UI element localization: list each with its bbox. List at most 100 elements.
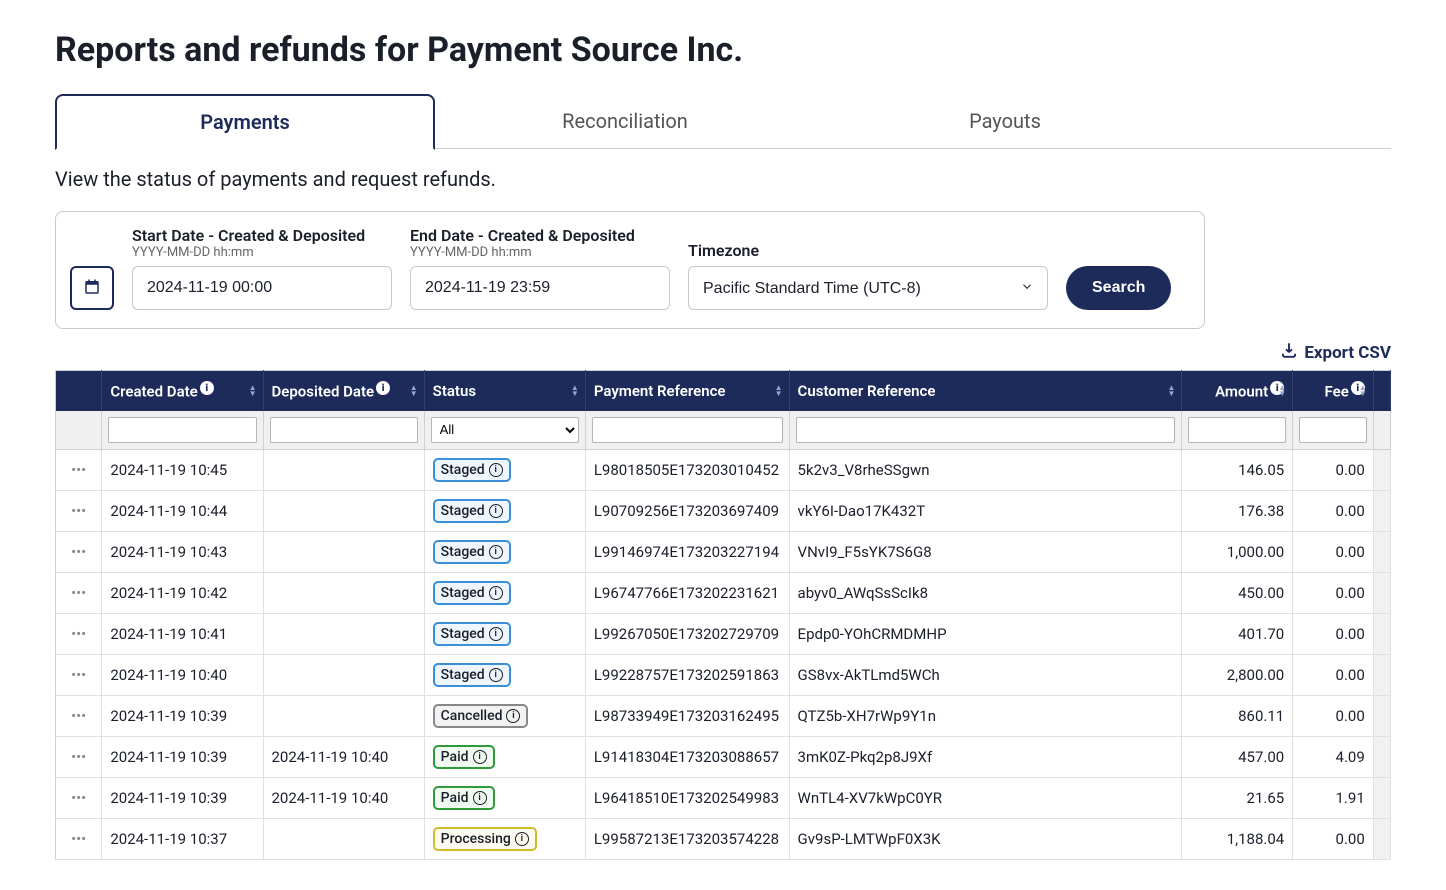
tabs-container: PaymentsReconciliationPayouts [55, 94, 1391, 149]
cell-amount: 1,188.04 [1182, 818, 1293, 859]
status-badge[interactable]: Stagedi [433, 458, 511, 482]
filter-custref-input[interactable] [796, 417, 1176, 443]
row-actions-button[interactable]: ••• [56, 572, 102, 613]
page-subtitle: View the status of payments and request … [55, 167, 1391, 191]
info-icon: i [515, 832, 529, 846]
column-header-created[interactable]: Created Datei ▲▼ [102, 371, 263, 411]
sort-icon: ▲▼ [1359, 385, 1367, 397]
cell-custref: QTZ5b-XH7rWp9Y1n [789, 695, 1182, 736]
tab-payouts[interactable]: Payouts [815, 94, 1195, 148]
start-date-input[interactable] [132, 266, 392, 310]
cell-amount: 146.05 [1182, 449, 1293, 490]
scrollbar-gutter [1373, 613, 1390, 654]
table-row: •••2024-11-19 10:40StagediL99228757E1732… [56, 654, 1391, 695]
info-icon: i [200, 381, 214, 395]
ellipsis-icon: ••• [71, 707, 86, 725]
status-badge[interactable]: Stagedi [433, 540, 511, 564]
filter-deposited-input[interactable] [270, 417, 418, 443]
sort-icon: ▲▼ [410, 385, 418, 397]
filter-status-select[interactable]: All [431, 417, 579, 443]
end-date-group: End Date - Created & Deposited YYYY-MM-D… [410, 226, 670, 310]
search-button[interactable]: Search [1066, 266, 1171, 310]
row-actions-button[interactable]: ••• [56, 818, 102, 859]
cell-payref: L96747766E173202231621 [585, 572, 789, 613]
cell-custref: GS8vx-AkTLmd5WCh [789, 654, 1182, 695]
row-actions-button[interactable]: ••• [56, 654, 102, 695]
table-header-row: Created Datei ▲▼ Deposited Datei ▲▼ Stat… [56, 371, 1391, 411]
row-actions-button[interactable]: ••• [56, 531, 102, 572]
sort-icon: ▲▼ [1168, 385, 1176, 397]
cell-deposited: 2024-11-19 10:40 [263, 736, 424, 777]
status-badge[interactable]: Stagedi [433, 663, 511, 687]
column-header-custref[interactable]: Customer Reference ▲▼ [789, 371, 1182, 411]
filter-fee-input[interactable] [1299, 417, 1367, 443]
row-actions-button[interactable]: ••• [56, 736, 102, 777]
row-actions-button[interactable]: ••• [56, 777, 102, 818]
cell-fee: 4.09 [1293, 736, 1374, 777]
tab-reconciliation[interactable]: Reconciliation [435, 94, 815, 148]
column-header-deposited[interactable]: Deposited Datei ▲▼ [263, 371, 424, 411]
status-label: Paid [441, 749, 469, 765]
status-label: Staged [441, 667, 485, 683]
tab-payments[interactable]: Payments [55, 94, 435, 150]
download-icon [1280, 341, 1298, 364]
cell-custref: WnTL4-XV7kWpC0YR [789, 777, 1182, 818]
status-badge[interactable]: Stagedi [433, 499, 511, 523]
row-actions-button[interactable]: ••• [56, 490, 102, 531]
cell-payref: L98733949E173203162495 [585, 695, 789, 736]
filter-amount-input[interactable] [1188, 417, 1286, 443]
cell-payref: L99587213E173203574228 [585, 818, 789, 859]
status-badge[interactable]: Paidi [433, 745, 495, 769]
cell-payref: L91418304E173203088657 [585, 736, 789, 777]
start-date-hint: YYYY-MM-DD hh:mm [132, 245, 392, 260]
cell-custref: abyv0_AWqSsScIk8 [789, 572, 1182, 613]
row-actions-button[interactable]: ••• [56, 613, 102, 654]
cell-fee: 0.00 [1293, 613, 1374, 654]
cell-created: 2024-11-19 10:39 [102, 777, 263, 818]
column-header-payref[interactable]: Payment Reference ▲▼ [585, 371, 789, 411]
cell-custref: 5k2v3_V8rheSSgwn [789, 449, 1182, 490]
info-icon: i [506, 709, 520, 723]
sort-icon: ▲▼ [1278, 385, 1286, 397]
cell-payref: L98018505E173203010452 [585, 449, 789, 490]
cell-amount: 450.00 [1182, 572, 1293, 613]
column-header-status[interactable]: Status ▲▼ [424, 371, 585, 411]
cell-custref: Gv9sP-LMTWpF0X3K [789, 818, 1182, 859]
status-label: Staged [441, 585, 485, 601]
info-icon: i [489, 504, 503, 518]
end-date-input[interactable] [410, 266, 670, 310]
filter-payref-input[interactable] [592, 417, 783, 443]
status-badge[interactable]: Stagedi [433, 581, 511, 605]
cell-status: Stagedi [424, 531, 585, 572]
status-badge[interactable]: Paidi [433, 786, 495, 810]
row-actions-button[interactable]: ••• [56, 695, 102, 736]
column-header-amount[interactable]: Amounti ▲▼ [1182, 371, 1293, 411]
column-header-fee[interactable]: Feei ▲▼ [1293, 371, 1374, 411]
cell-deposited [263, 695, 424, 736]
row-actions-button[interactable]: ••• [56, 449, 102, 490]
table-row: •••2024-11-19 10:41StagediL99267050E1732… [56, 613, 1391, 654]
table-row: •••2024-11-19 10:392024-11-19 10:40Paidi… [56, 736, 1391, 777]
ellipsis-icon: ••• [71, 502, 86, 520]
table-row: •••2024-11-19 10:42StagediL96747766E1732… [56, 572, 1391, 613]
cell-amount: 457.00 [1182, 736, 1293, 777]
table-row: •••2024-11-19 10:45StagediL98018505E1732… [56, 449, 1391, 490]
cell-created: 2024-11-19 10:40 [102, 654, 263, 695]
status-badge[interactable]: Processingi [433, 827, 537, 851]
table-row: •••2024-11-19 10:37ProcessingiL99587213E… [56, 818, 1391, 859]
calendar-button[interactable] [70, 266, 114, 310]
cell-deposited [263, 818, 424, 859]
status-badge[interactable]: Stagedi [433, 622, 511, 646]
cell-fee: 1.91 [1293, 777, 1374, 818]
cell-fee: 0.00 [1293, 531, 1374, 572]
start-date-label: Start Date - Created & Deposited [132, 226, 392, 245]
table-row: •••2024-11-19 10:39CancellediL98733949E1… [56, 695, 1391, 736]
status-badge[interactable]: Cancelledi [433, 704, 529, 728]
timezone-select[interactable]: Pacific Standard Time (UTC-8) [688, 266, 1048, 310]
ellipsis-icon: ••• [71, 461, 86, 479]
ellipsis-icon: ••• [71, 830, 86, 848]
cell-created: 2024-11-19 10:44 [102, 490, 263, 531]
table-row: •••2024-11-19 10:44StagediL90709256E1732… [56, 490, 1391, 531]
export-csv-link[interactable]: Export CSV [1280, 341, 1391, 364]
filter-created-input[interactable] [108, 417, 256, 443]
